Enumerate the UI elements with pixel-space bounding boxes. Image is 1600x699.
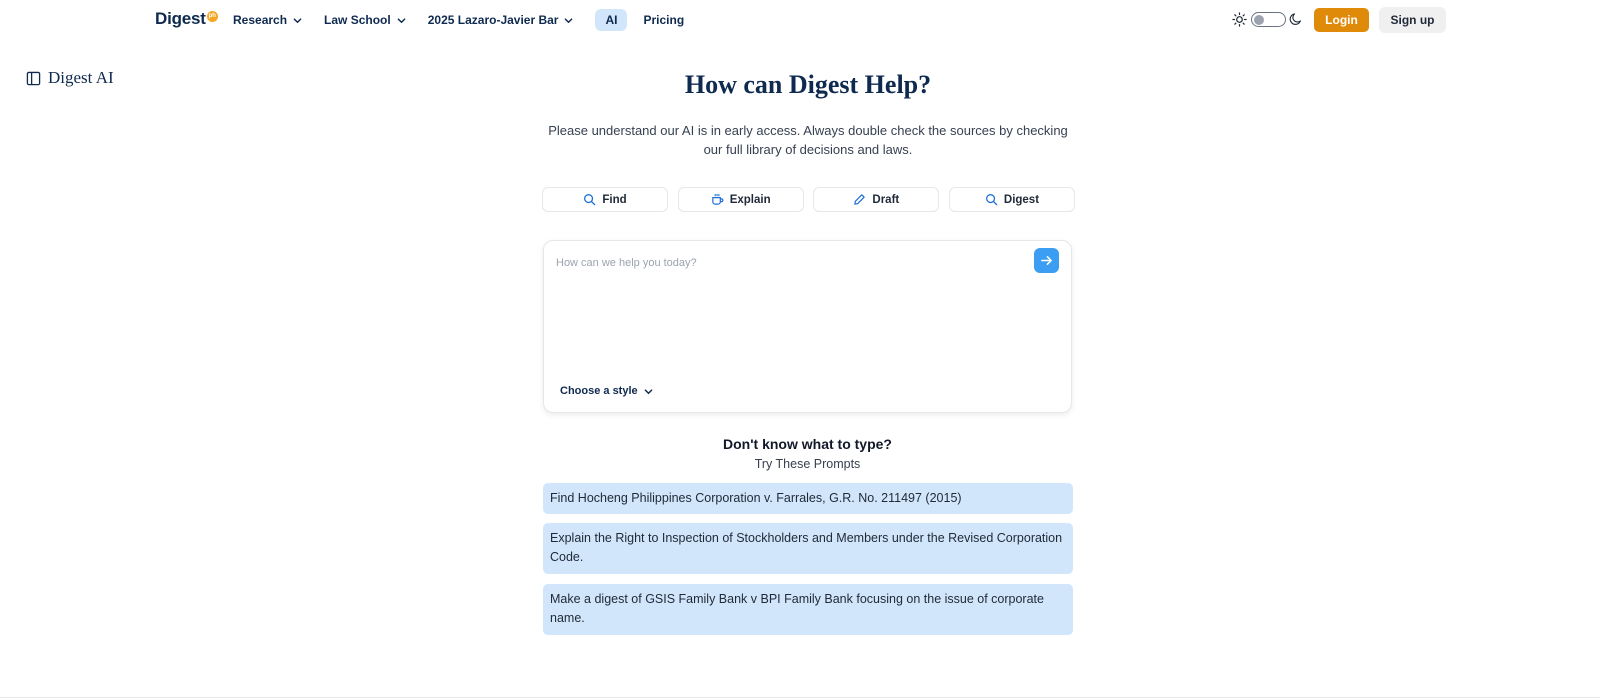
search-icon — [584, 194, 596, 206]
top-navbar: Digest ph Research Law School 2025 Lazar… — [0, 0, 1600, 40]
mode-find-button[interactable]: Find — [542, 187, 668, 212]
nav-ai[interactable]: AI — [595, 9, 628, 31]
nav-ai-label: AI — [605, 13, 618, 27]
chevron-down-icon — [397, 17, 406, 23]
nav-bar-exam[interactable]: 2025 Lazaro-Javier Bar — [428, 13, 574, 27]
login-button[interactable]: Login — [1314, 8, 1369, 32]
chevron-down-icon — [565, 17, 573, 23]
mode-draft-label: Draft — [872, 193, 900, 206]
chevron-down-icon — [644, 388, 653, 394]
toggle-knob — [1254, 14, 1264, 25]
pencil-icon — [854, 194, 866, 205]
prompt-input[interactable] — [556, 251, 1006, 275]
style-dropdown[interactable]: Choose a style — [560, 385, 653, 397]
send-button[interactable] — [1034, 248, 1059, 273]
suggested-prompt[interactable]: Make a digest of GSIS Family Bank v BPI … — [543, 584, 1073, 635]
mode-digest-button[interactable]: Digest — [948, 187, 1075, 212]
digest-logo[interactable]: Digest ph — [155, 9, 218, 29]
mode-find-label: Find — [602, 193, 627, 206]
search-icon — [985, 194, 998, 206]
page-title: How can Digest Help? — [684, 70, 932, 99]
nav-law-school[interactable]: Law School — [324, 13, 406, 27]
nav-bar-exam-label: 2025 Lazaro-Javier Bar — [427, 13, 559, 27]
footer-divider — [0, 697, 1600, 698]
moon-icon — [1289, 13, 1301, 25]
page-subtitle: Please understand our AI is in early acc… — [548, 123, 1068, 157]
mode-explain-button[interactable]: Explain — [677, 187, 804, 212]
style-dropdown-label: Choose a style — [560, 385, 638, 397]
suggested-prompt[interactable]: Find Hocheng Philippines Corporation v. … — [543, 483, 1073, 514]
nav-research[interactable]: Research — [233, 13, 302, 27]
main-nav: Research Law School 2025 Lazaro-Javier B… — [233, 0, 706, 40]
chevron-down-icon — [293, 17, 302, 23]
help-subtitle: Try These Prompts — [754, 457, 861, 471]
signup-button[interactable]: Sign up — [1379, 7, 1446, 33]
coffee-cup-icon — [711, 193, 724, 205]
nav-research-label: Research — [233, 13, 288, 27]
nav-pricing-label: Pricing — [643, 13, 685, 27]
suggested-prompt[interactable]: Explain the Right to Inspection of Stock… — [543, 523, 1073, 574]
help-title: Don't know what to type? — [723, 436, 892, 452]
sun-icon — [1232, 12, 1247, 27]
mode-explain-label: Explain — [729, 193, 771, 206]
nav-pricing[interactable]: Pricing — [643, 13, 684, 27]
arrow-right-icon — [1041, 255, 1052, 266]
nav-law-school-label: Law School — [324, 13, 391, 27]
mode-draft-button[interactable]: Draft — [813, 187, 940, 212]
theme-toggle[interactable] — [1251, 12, 1286, 27]
mode-selector: Find Explain Draft Digest — [542, 187, 1075, 212]
logo-badge: ph — [206, 11, 218, 22]
mode-digest-label: Digest — [1003, 193, 1040, 206]
logo-text: Digest — [155, 9, 206, 28]
prompt-box: Choose a style — [543, 240, 1072, 413]
